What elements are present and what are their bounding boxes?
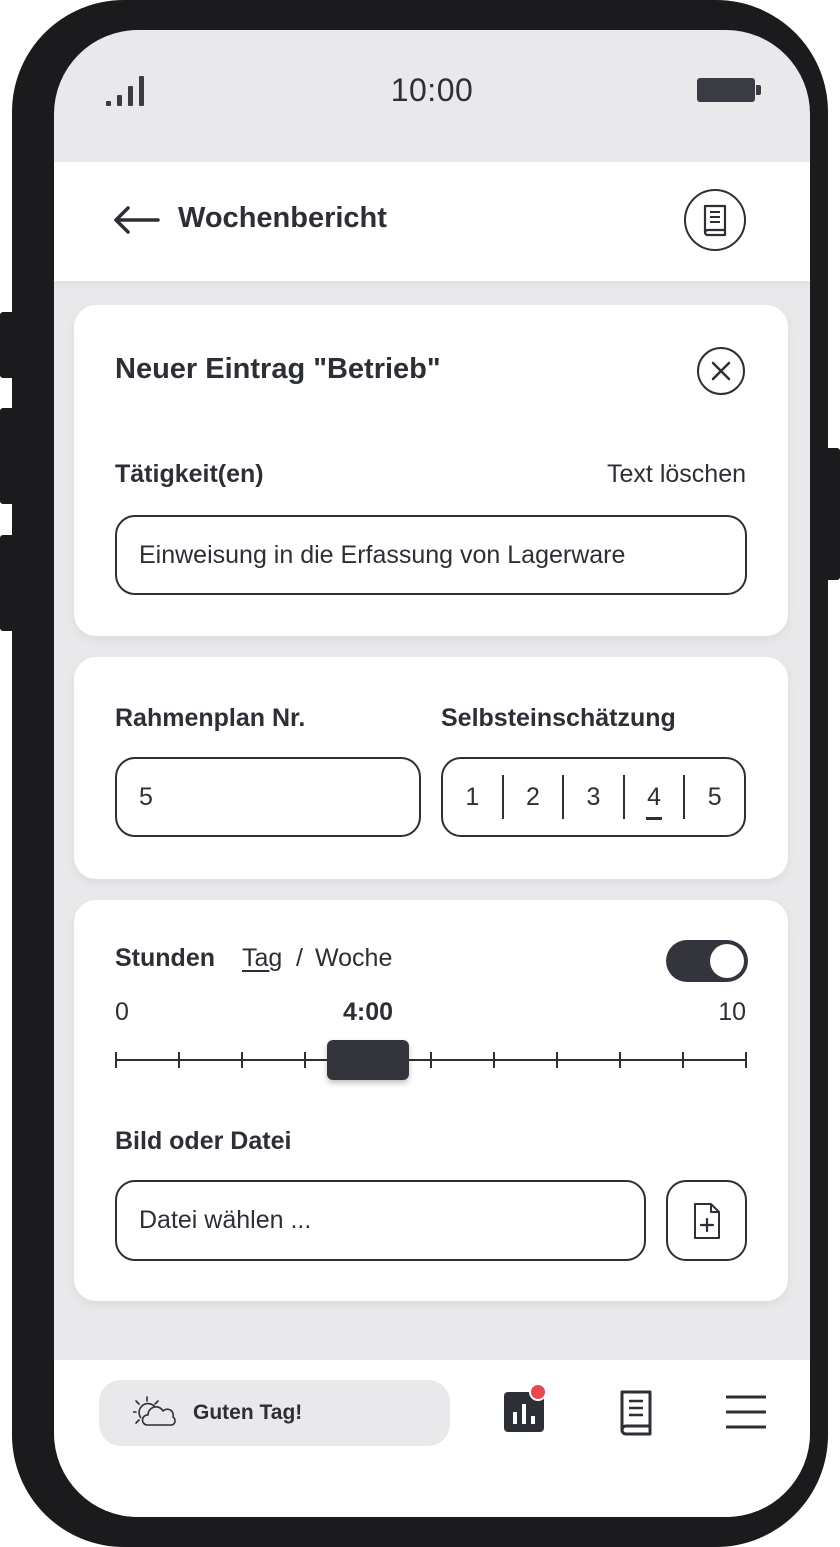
self-assessment-label: Selbsteinschätzung <box>441 704 676 732</box>
slider-tick <box>619 1052 621 1068</box>
slider-tick <box>178 1052 180 1068</box>
self-assessment-rating: 1 2 3 4 5 <box>441 757 746 837</box>
handbook-button[interactable] <box>684 189 746 251</box>
greeting-button[interactable]: Guten Tag! <box>99 1380 450 1446</box>
book-icon <box>703 204 727 237</box>
hours-mode-toggle[interactable] <box>666 940 748 982</box>
slider-tick <box>115 1052 117 1068</box>
slider-tick <box>745 1052 747 1068</box>
activity-label: Tätigkeit(en) <box>115 460 264 488</box>
nav-menu-button[interactable] <box>725 1394 767 1430</box>
slider-tick <box>430 1052 432 1068</box>
add-file-button[interactable] <box>666 1180 747 1261</box>
notebook-icon <box>620 1390 652 1436</box>
slider-tick <box>556 1052 558 1068</box>
rating-option-1[interactable]: 1 <box>443 783 502 812</box>
scale-min-label: 0 <box>115 998 129 1026</box>
plan-number-input[interactable] <box>115 757 421 837</box>
rating-option-2[interactable]: 2 <box>504 783 563 812</box>
hours-slider[interactable] <box>115 1040 747 1080</box>
slider-tick <box>682 1052 684 1068</box>
file-input[interactable] <box>115 1180 646 1261</box>
app-header: Wochenbericht <box>54 162 810 281</box>
status-bar: 10:00 <box>54 30 810 162</box>
file-add-icon <box>693 1202 720 1239</box>
hours-label: Stunden <box>115 944 215 972</box>
rating-option-5[interactable]: 5 <box>685 783 744 812</box>
rating-option-4[interactable]: 4 <box>625 783 684 820</box>
mode-day-tab[interactable]: Tag <box>242 944 282 973</box>
plan-card: Rahmenplan Nr. Selbsteinschätzung 1 2 3 … <box>74 657 788 879</box>
slider-value-label: 4:00 <box>342 998 394 1026</box>
greeting-text: Guten Tag! <box>193 1401 303 1424</box>
close-entry-button[interactable] <box>697 347 745 395</box>
nav-report-book-button[interactable] <box>616 1390 656 1436</box>
slider-tick <box>304 1052 306 1068</box>
back-arrow-icon[interactable] <box>112 204 160 236</box>
slider-thumb[interactable] <box>327 1040 409 1080</box>
rating-option-3[interactable]: 3 <box>564 783 623 812</box>
file-label: Bild oder Datei <box>115 1127 292 1155</box>
activity-input[interactable] <box>115 515 747 595</box>
page-title: Wochenbericht <box>178 202 387 234</box>
bottom-navigation: Guten Tag! <box>54 1360 810 1517</box>
mode-separator: / <box>296 944 303 972</box>
slider-tick <box>241 1052 243 1068</box>
hours-card: Stunden Tag / Woche 0 4:00 10 Bild oder … <box>74 900 788 1301</box>
sun-cloud-icon <box>133 1396 176 1426</box>
notification-dot <box>529 1383 547 1401</box>
scale-max-label: 10 <box>718 998 746 1026</box>
battery-icon <box>697 78 761 102</box>
screen: 10:00 Wochenbericht Neuer Eintrag "Betri… <box>54 30 810 1517</box>
hamburger-menu-icon <box>725 1395 767 1429</box>
phone-frame: 10:00 Wochenbericht Neuer Eintrag "Betri… <box>12 0 828 1547</box>
plan-number-label: Rahmenplan Nr. <box>115 704 306 732</box>
nav-stats-button[interactable] <box>504 1383 547 1432</box>
entry-title: Neuer Eintrag "Betrieb" <box>115 353 441 385</box>
clear-text-link[interactable]: Text löschen <box>607 460 746 489</box>
close-icon <box>711 361 731 381</box>
entry-card: Neuer Eintrag "Betrieb" Tätigkeit(en) Te… <box>74 305 788 636</box>
mode-week-tab[interactable]: Woche <box>315 944 392 973</box>
toggle-knob <box>710 944 744 978</box>
slider-tick <box>493 1052 495 1068</box>
